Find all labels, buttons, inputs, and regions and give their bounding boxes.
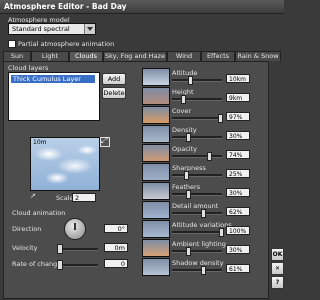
cloud-layers-list[interactable]: Thick Cumulus Layer — [8, 72, 100, 121]
shadow-density-slider[interactable] — [172, 269, 222, 272]
detail-amount-value-input[interactable]: 62% — [226, 207, 250, 216]
opacity-slider-handle[interactable] — [207, 152, 212, 161]
ambient-lighting-value-input[interactable]: 30% — [226, 245, 250, 254]
detail-amount-slider-handle[interactable] — [201, 209, 206, 218]
chevron-down-icon[interactable] — [84, 24, 95, 34]
altitude-variations-preview-thumb — [142, 220, 170, 238]
direction-input[interactable]: 0° — [104, 224, 128, 233]
detail-amount-slider[interactable] — [172, 212, 222, 215]
feathers-value-input[interactable]: 30% — [226, 188, 250, 197]
help-button[interactable]: ? — [271, 276, 284, 289]
atmosphere-model-value: Standard spectral — [12, 25, 70, 33]
altitude-variations-value-input[interactable]: 100% — [226, 226, 250, 235]
tab-bar: Sun Light Clouds Sky, Fog and Haze Wind … — [3, 51, 281, 61]
scale-label: Scale — [56, 194, 74, 202]
title-bar: Atmosphere Editor - Bad Day — [0, 0, 284, 14]
altitude-variations-slider[interactable] — [172, 231, 222, 234]
height-slider-handle[interactable] — [181, 95, 186, 104]
density-slider[interactable] — [172, 136, 222, 139]
density-preview-thumb — [142, 125, 170, 143]
ok-button[interactable]: OK — [271, 248, 284, 261]
sharpness-preview-thumb — [142, 163, 170, 181]
feathers-slider-handle[interactable] — [186, 190, 191, 199]
shadow-density-slider-handle[interactable] — [201, 266, 206, 275]
altitude-variations-slider-handle[interactable] — [219, 228, 224, 237]
partial-animation-checkbox[interactable] — [8, 40, 16, 48]
density-slider-handle[interactable] — [186, 133, 191, 142]
velocity-label: Velocity — [12, 244, 38, 252]
height-slider[interactable] — [172, 98, 222, 101]
list-item[interactable]: Thick Cumulus Layer — [11, 75, 95, 83]
cover-slider-handle[interactable] — [218, 114, 223, 123]
partial-animation-label: Partial atmosphere animation — [18, 40, 115, 48]
rate-slider[interactable] — [58, 264, 98, 267]
sharpness-value-input[interactable]: 25% — [226, 169, 250, 178]
delete-layer-button[interactable]: Delete — [102, 87, 126, 99]
tab-rain-snow[interactable]: Rain & Snow — [235, 51, 281, 61]
rate-slider-handle[interactable] — [57, 260, 63, 270]
cover-value-input[interactable]: 97% — [226, 112, 250, 121]
opacity-value-input[interactable]: 74% — [226, 150, 250, 159]
cover-preview-thumb — [142, 106, 170, 124]
detail-amount-label: Detail amount — [172, 202, 219, 210]
ambient-lighting-slider-handle[interactable] — [186, 247, 191, 256]
opacity-preview-thumb — [142, 144, 170, 162]
density-label: Density — [172, 126, 197, 134]
sharpness-slider[interactable] — [172, 174, 222, 177]
close-button[interactable]: ✕ — [271, 262, 284, 275]
scale-input[interactable]: 2 — [72, 193, 96, 202]
shadow-density-value-input[interactable]: 61% — [226, 264, 250, 273]
feathers-preview-thumb — [142, 182, 170, 200]
rate-input[interactable]: 0 — [104, 259, 128, 268]
tab-light[interactable]: Light — [31, 51, 69, 61]
preview-dimension: 10m — [33, 139, 47, 146]
cloud-animation-label: Cloud animation — [12, 209, 66, 217]
altitude-value-input[interactable]: 10km — [226, 74, 250, 83]
scale-adjust-icon[interactable]: ↗ — [30, 192, 36, 200]
altitude-slider[interactable] — [172, 79, 222, 82]
shadow-density-preview-thumb — [142, 258, 170, 276]
sharpness-slider-handle[interactable] — [184, 171, 189, 180]
tab-sun[interactable]: Sun — [3, 51, 31, 61]
opacity-label: Opacity — [172, 145, 198, 153]
cloud-preview[interactable]: 10m — [30, 137, 100, 191]
window-title: Atmosphere Editor - Bad Day — [4, 2, 127, 11]
opacity-slider[interactable] — [172, 155, 222, 158]
shadow-density-label: Shadow density — [172, 259, 224, 267]
tab-clouds[interactable]: Clouds — [69, 51, 103, 61]
altitude-slider-handle[interactable] — [188, 76, 193, 85]
atmosphere-model-dropdown[interactable]: Standard spectral — [8, 23, 96, 35]
cover-slider[interactable] — [172, 117, 222, 120]
direction-dial[interactable] — [64, 218, 86, 240]
height-value-input[interactable]: 9km — [226, 93, 250, 102]
ambient-lighting-label: Ambient lighting — [172, 240, 226, 248]
velocity-slider[interactable] — [58, 248, 98, 251]
altitude-preview-thumb — [142, 68, 170, 86]
ambient-lighting-slider[interactable] — [172, 250, 222, 253]
expand-icon[interactable] — [100, 136, 110, 147]
add-layer-button[interactable]: Add — [102, 73, 126, 85]
tab-sky-fog-haze[interactable]: Sky, Fog and Haze — [103, 51, 167, 61]
tab-wind[interactable]: Wind — [167, 51, 201, 61]
rate-of-change-label: Rate of change — [12, 260, 62, 268]
height-preview-thumb — [142, 87, 170, 105]
direction-label: Direction — [12, 225, 42, 233]
cloud-layers-label: Cloud layers — [8, 64, 49, 72]
velocity-input[interactable]: 0m — [104, 243, 128, 252]
altitude-label: Altitude — [172, 69, 198, 77]
tab-effects[interactable]: Effects — [201, 51, 235, 61]
ambient-lighting-preview-thumb — [142, 239, 170, 257]
velocity-slider-handle[interactable] — [57, 244, 63, 254]
density-value-input[interactable]: 30% — [226, 131, 250, 140]
detail-amount-preview-thumb — [142, 201, 170, 219]
cover-label: Cover — [172, 107, 192, 115]
feathers-slider[interactable] — [172, 193, 222, 196]
